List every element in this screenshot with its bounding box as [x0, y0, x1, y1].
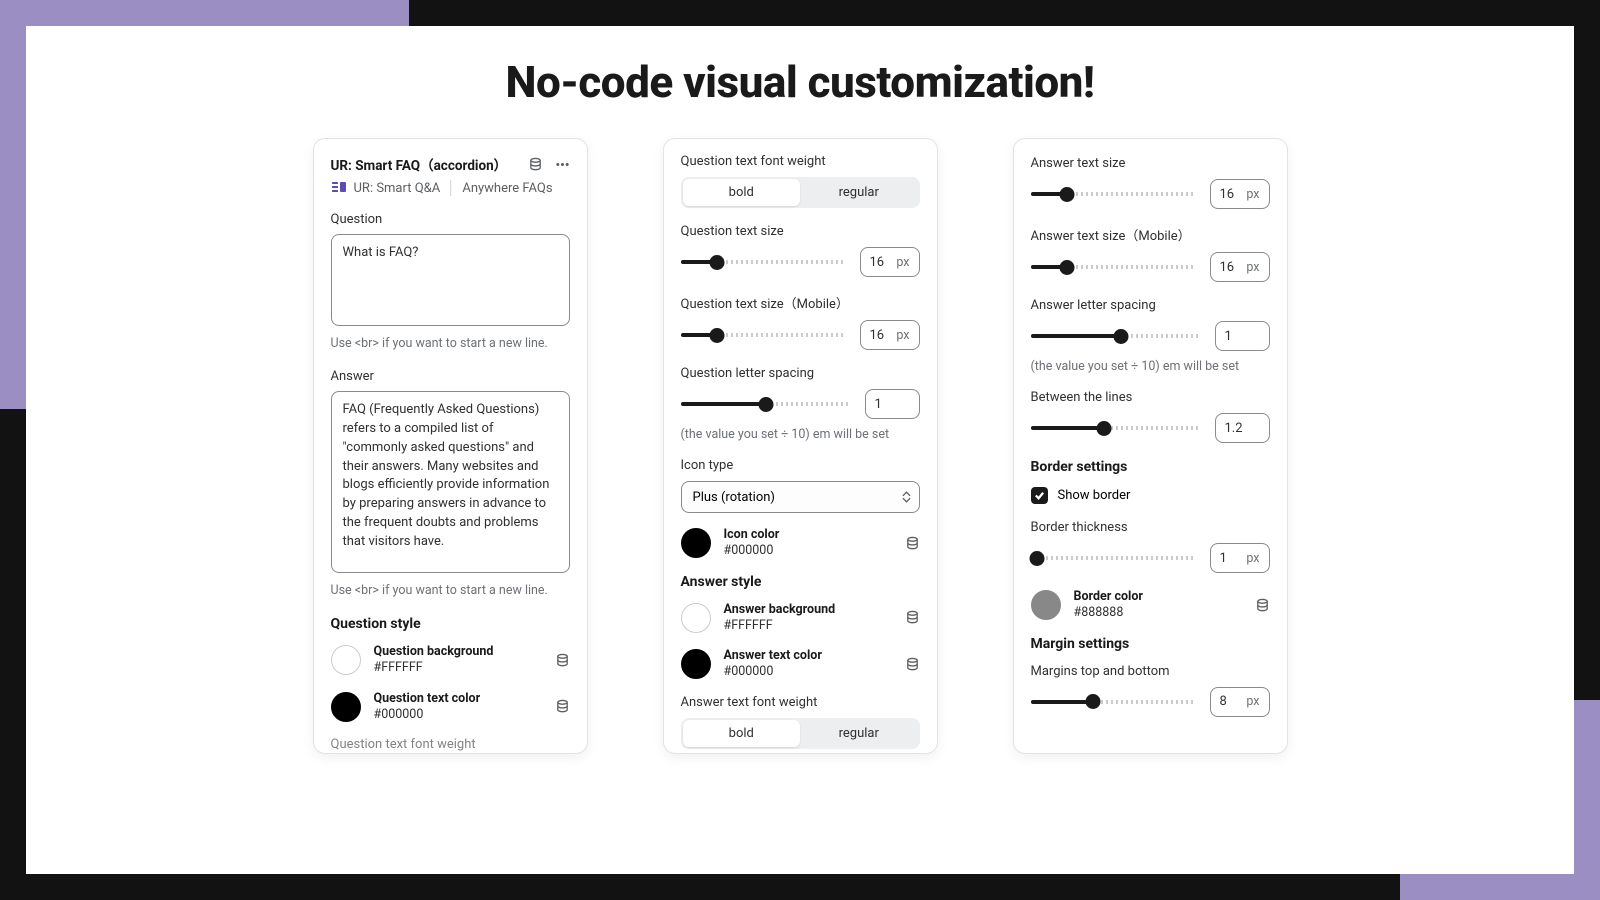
- between-lines-slider[interactable]: [1031, 418, 1201, 438]
- q-weight-label: Question text font weight: [681, 154, 920, 169]
- q-size-value[interactable]: 16px: [860, 247, 920, 277]
- question-input[interactable]: [331, 234, 570, 326]
- q-size-mobile-value[interactable]: 16px: [860, 320, 920, 350]
- answer-style-heading: Answer style: [681, 574, 920, 590]
- show-border-checkbox[interactable]: Show border: [1031, 487, 1270, 504]
- a-ls-label: Answer letter spacing: [1031, 298, 1270, 313]
- swatch-icon: [1031, 590, 1061, 620]
- question-text-color-picker[interactable]: Question text color #000000: [331, 691, 570, 724]
- database-icon[interactable]: [1255, 598, 1270, 613]
- a-weight-label: Answer text font weight: [681, 695, 920, 710]
- page-title: No-code visual customization!: [26, 56, 1574, 108]
- a-size-mobile-slider[interactable]: [1031, 257, 1196, 277]
- border-thickness-value[interactable]: 1px: [1210, 543, 1270, 573]
- a-weight-segmented[interactable]: bold regular: [681, 718, 920, 749]
- panel-block-editor: UR: Smart FAQ（accordion） UR: Smar: [313, 138, 588, 754]
- answer-input[interactable]: [331, 391, 570, 573]
- swatch-icon: [681, 649, 711, 679]
- a-ls-value[interactable]: 1: [1215, 321, 1270, 351]
- a-size-label: Answer text size: [1031, 156, 1270, 171]
- q-size-mobile-slider[interactable]: [681, 325, 846, 345]
- icon-color-picker[interactable]: Icon color#000000: [681, 527, 920, 560]
- q-weight-segmented[interactable]: bold regular: [681, 177, 920, 208]
- a-ls-slider[interactable]: [1031, 326, 1201, 346]
- a-size-mobile-label: Answer text size（Mobile）: [1031, 225, 1270, 244]
- a-size-slider[interactable]: [1031, 184, 1196, 204]
- seg-bold[interactable]: bold: [683, 179, 801, 206]
- margin-settings-heading: Margin settings: [1031, 636, 1270, 652]
- margins-tb-slider[interactable]: [1031, 692, 1196, 712]
- swatch-icon: [331, 692, 361, 722]
- breadcrumb: UR: Smart Q&A │ Anywhere FAQs: [331, 180, 570, 196]
- answer-text-color-picker[interactable]: Answer text color#000000: [681, 648, 920, 681]
- breadcrumb-location-label[interactable]: Anywhere FAQs: [462, 181, 552, 196]
- border-color-picker[interactable]: Border color#888888: [1031, 589, 1270, 622]
- question-background-color-picker[interactable]: Question background #FFFFFF: [331, 644, 570, 677]
- breadcrumb-app-label[interactable]: UR: Smart Q&A: [354, 181, 441, 196]
- between-lines-label: Between the lines: [1031, 390, 1270, 405]
- q-ls-hint: (the value you set ÷ 10) em will be set: [681, 427, 920, 442]
- answer-background-color-picker[interactable]: Answer background#FFFFFF: [681, 602, 920, 635]
- a-size-mobile-value[interactable]: 16px: [1210, 252, 1270, 282]
- database-icon[interactable]: [905, 536, 920, 551]
- q-size-slider[interactable]: [681, 252, 846, 272]
- question-hint: Use <br> if you want to start a new line…: [331, 336, 570, 351]
- icon-type-select[interactable]: Plus (rotation): [681, 481, 920, 513]
- question-label: Question: [331, 212, 570, 227]
- border-settings-heading: Border settings: [1031, 459, 1270, 475]
- database-icon[interactable]: [905, 657, 920, 672]
- checkmark-icon: [1031, 487, 1048, 504]
- app-icon: [331, 180, 347, 196]
- a-size-value[interactable]: 16px: [1210, 179, 1270, 209]
- canvas: No-code visual customization! UR: Smart …: [26, 26, 1574, 874]
- icon-type-label: Icon type: [681, 458, 920, 473]
- chevron-updown-icon: [902, 491, 911, 503]
- truncated-label: Question text font weight: [331, 737, 570, 754]
- swatch-icon: [331, 645, 361, 675]
- panel-question-style: Question text font weight bold regular Q…: [663, 138, 938, 754]
- q-size-label: Question text size: [681, 224, 920, 239]
- q-ls-label: Question letter spacing: [681, 366, 920, 381]
- seg-regular[interactable]: regular: [800, 720, 918, 747]
- answer-label: Answer: [331, 369, 570, 384]
- database-icon[interactable]: [555, 699, 570, 714]
- a-ls-hint: (the value you set ÷ 10) em will be set: [1031, 359, 1270, 374]
- q-ls-value[interactable]: 1: [865, 389, 920, 419]
- database-icon[interactable]: [905, 610, 920, 625]
- question-style-heading: Question style: [331, 616, 570, 632]
- margins-tb-value[interactable]: 8px: [1210, 687, 1270, 717]
- answer-hint: Use <br> if you want to start a new line…: [331, 583, 570, 598]
- q-ls-slider[interactable]: [681, 394, 851, 414]
- database-icon[interactable]: [528, 157, 543, 172]
- swatch-icon: [681, 528, 711, 558]
- margins-tb-label: Margins top and bottom: [1031, 664, 1270, 679]
- seg-bold[interactable]: bold: [683, 720, 801, 747]
- database-icon[interactable]: [555, 653, 570, 668]
- between-lines-value[interactable]: 1.2: [1215, 413, 1270, 443]
- border-thickness-slider[interactable]: [1031, 548, 1196, 568]
- block-title: UR: Smart FAQ（accordion）: [331, 154, 508, 174]
- panel-answer-style: Answer text size 16px Answer text size（M…: [1013, 138, 1288, 754]
- more-icon[interactable]: [555, 157, 570, 172]
- seg-regular[interactable]: regular: [800, 179, 918, 206]
- border-thickness-label: Border thickness: [1031, 520, 1270, 535]
- q-size-mobile-label: Question text size（Mobile）: [681, 293, 920, 312]
- swatch-icon: [681, 603, 711, 633]
